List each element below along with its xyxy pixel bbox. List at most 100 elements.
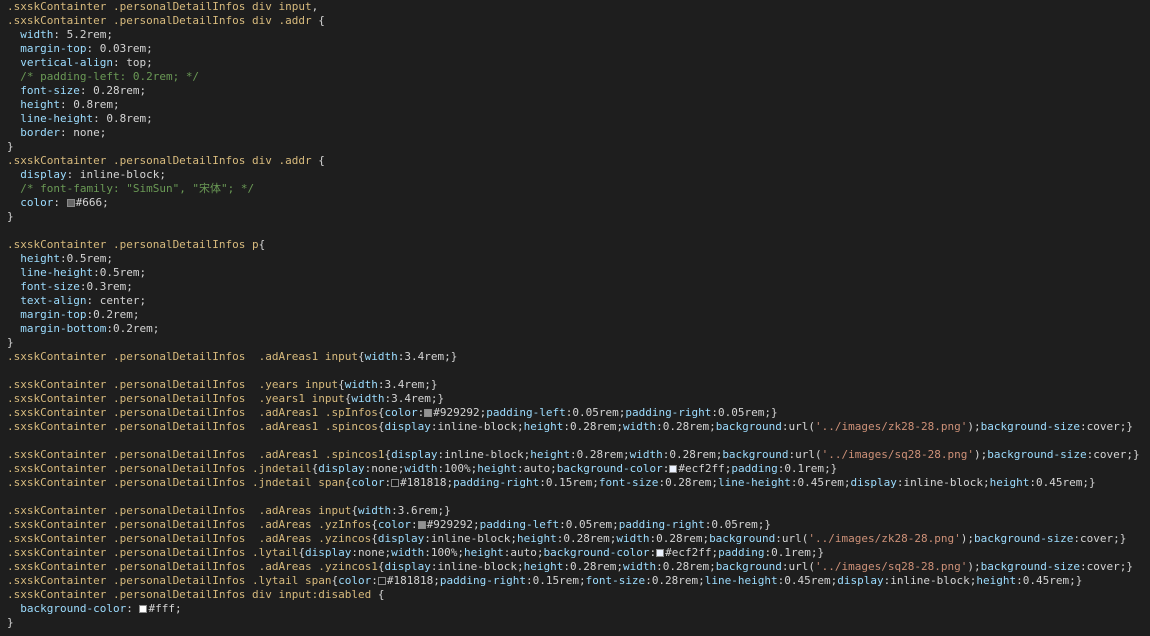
css-punctuation: ; (99, 126, 107, 139)
code-line[interactable]: .sxskContainter .personalDetailInfos .ad… (7, 532, 1150, 546)
css-value: 0.05rem (718, 406, 765, 419)
code-line[interactable]: line-height: 0.8rem; (7, 112, 1150, 126)
code-line[interactable]: border: none; (7, 126, 1150, 140)
code-line[interactable] (7, 490, 1150, 504)
color-swatch[interactable] (66, 199, 75, 207)
css-punctuation: : (60, 98, 74, 111)
code-line[interactable]: text-align: center; (7, 294, 1150, 308)
code-line[interactable]: .sxskContainter .personalDetailInfos .ad… (7, 406, 1150, 420)
code-line[interactable]: } (7, 140, 1150, 154)
code-line[interactable]: .sxskContainter .personalDetailInfos .ad… (7, 420, 1150, 434)
css-punctuation: ;} (424, 378, 438, 391)
css-value: 0.5rem (99, 266, 140, 279)
css-value: auto (523, 462, 551, 475)
color-swatch[interactable] (391, 479, 400, 487)
code-line[interactable]: background-color: #fff; (7, 602, 1150, 616)
code-line[interactable]: .sxskContainter .personalDetailInfos div… (7, 14, 1150, 28)
code-line[interactable]: .sxskContainter .personalDetailInfos .ad… (7, 448, 1150, 462)
css-property: width (344, 378, 378, 391)
css-value: url( (781, 532, 809, 545)
color-swatch[interactable] (377, 577, 386, 585)
css-property: background (715, 560, 782, 573)
css-punctuation: : (66, 168, 80, 181)
css-value: #ecf2ff (665, 546, 712, 559)
css-punctuation: : (126, 602, 140, 615)
css-property: width (364, 350, 398, 363)
code-line[interactable]: } (7, 210, 1150, 224)
css-punctuation (7, 70, 20, 83)
css-punctuation: ; (709, 560, 716, 573)
css-value: 0.45rem (784, 574, 831, 587)
css-value: 0.28rem (569, 560, 617, 573)
code-line[interactable]: .sxskContainter .personalDetailInfos .ad… (7, 518, 1150, 532)
code-line[interactable]: line-height:0.5rem; (7, 266, 1150, 280)
css-punctuation: ; (174, 602, 182, 615)
css-punctuation: ;} (1082, 476, 1096, 489)
css-code-editor[interactable]: .sxskContainter .personalDetailInfos div… (0, 0, 1150, 636)
code-line[interactable]: } (7, 616, 1150, 630)
code-line[interactable]: /* padding-left: 0.2rem; */ (7, 70, 1150, 84)
color-swatch[interactable] (656, 549, 665, 557)
css-punctuation: ; (132, 308, 140, 321)
css-property: margin-bottom (20, 322, 107, 335)
css-value: 0.2rem (93, 308, 133, 321)
code-line[interactable]: .sxskContainter .personalDetailInfos div… (7, 588, 1150, 602)
css-punctuation (7, 602, 20, 615)
code-line[interactable]: margin-top: 0.03rem; (7, 42, 1150, 56)
code-line[interactable]: .sxskContainter .personalDetailInfos div… (7, 154, 1150, 168)
code-line[interactable]: vertical-align: top; (7, 56, 1150, 70)
code-line[interactable]: margin-bottom:0.2rem; (7, 322, 1150, 336)
color-swatch[interactable] (669, 465, 678, 473)
css-punctuation: ; (592, 476, 599, 489)
color-swatch[interactable] (417, 521, 426, 529)
css-value: 0.5rem (66, 252, 107, 265)
css-punctuation: : (781, 560, 789, 573)
code-line[interactable]: .sxskContainter .personalDetailInfos .ad… (7, 350, 1150, 364)
code-line[interactable]: /* font-family: "SimSun", "宋体"; */ (7, 182, 1150, 196)
css-punctuation: : (391, 504, 398, 517)
code-line[interactable]: .sxskContainter .personalDetailInfos .ly… (7, 546, 1150, 560)
code-line[interactable]: font-size:0.3rem; (7, 280, 1150, 294)
css-punctuation: : (53, 196, 67, 209)
css-punctuation: ; (974, 560, 981, 573)
css-punctuation (7, 28, 20, 41)
css-punctuation: : (53, 28, 67, 41)
css-punctuation: : (1073, 532, 1080, 545)
code-line[interactable] (7, 434, 1150, 448)
css-punctuation: } (7, 140, 14, 153)
code-line[interactable]: color: #666; (7, 196, 1150, 210)
css-selector: .sxskContainter .personalDetailInfos .ad… (7, 532, 372, 545)
color-swatch[interactable] (139, 605, 148, 613)
css-value: none (371, 462, 398, 475)
code-line[interactable]: .sxskContainter .personalDetailInfos .ye… (7, 378, 1150, 392)
color-swatch[interactable] (424, 409, 433, 417)
code-line[interactable]: height: 0.8rem; (7, 98, 1150, 112)
code-line[interactable]: margin-top:0.2rem; (7, 308, 1150, 322)
css-selector: .sxskContainter .personalDetailInfos p (7, 238, 259, 251)
code-line[interactable] (7, 364, 1150, 378)
code-line[interactable]: .sxskContainter .personalDetailInfos div… (7, 0, 1150, 14)
code-line[interactable] (7, 224, 1150, 238)
css-value: top (126, 56, 147, 69)
css-punctuation: ;} (1119, 420, 1133, 433)
css-property: background-size (980, 420, 1080, 433)
css-punctuation: : (569, 448, 577, 461)
code-line[interactable]: .sxskContainter .personalDetailInfos .ad… (7, 560, 1150, 574)
css-selector: .sxskContainter .personalDetailInfos .ad… (7, 504, 352, 517)
css-punctuation: ;} (824, 462, 838, 475)
code-line[interactable]: display: inline-block; (7, 168, 1150, 182)
css-punctuation: : (563, 420, 570, 433)
code-line[interactable]: .sxskContainter .personalDetailInfos p{ (7, 238, 1150, 252)
code-line[interactable]: } (7, 336, 1150, 350)
code-line[interactable]: .sxskContainter .personalDetailInfos .jn… (7, 462, 1150, 476)
code-line[interactable]: width: 5.2rem; (7, 28, 1150, 42)
css-punctuation: ; (974, 420, 981, 433)
code-line[interactable]: .sxskContainter .personalDetailInfos .ad… (7, 504, 1150, 518)
code-line[interactable]: height:0.5rem; (7, 252, 1150, 266)
code-line[interactable]: .sxskContainter .personalDetailInfos .ye… (7, 392, 1150, 406)
css-punctuation: : (1029, 476, 1036, 489)
code-line[interactable]: .sxskContainter .personalDetailInfos .ly… (7, 574, 1150, 588)
code-line[interactable]: font-size: 0.28rem; (7, 84, 1150, 98)
css-selector: .sxskContainter .personalDetailInfos .ad… (7, 560, 378, 573)
code-line[interactable]: .sxskContainter .personalDetailInfos .jn… (7, 476, 1150, 490)
